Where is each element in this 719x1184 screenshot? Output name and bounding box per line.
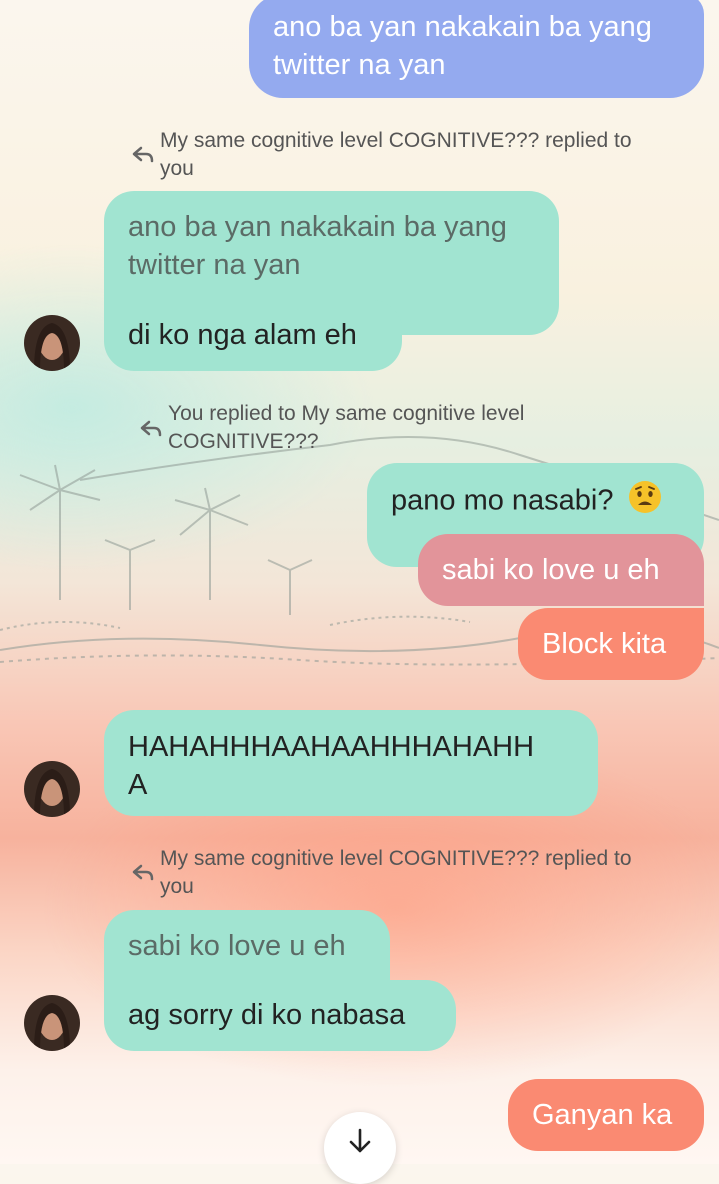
reply-context-label: You replied to My same cognitive level C… <box>168 402 525 453</box>
message-text: ag sorry di ko nabasa <box>128 999 406 1031</box>
reply-arrow-icon <box>132 146 154 163</box>
message-text: Block kita <box>542 628 667 660</box>
reply-context-label: My same cognitive level COGNITIVE??? rep… <box>160 129 632 180</box>
scroll-to-bottom-button[interactable] <box>324 1112 396 1184</box>
reply-context-label: My same cognitive level COGNITIVE??? rep… <box>160 847 632 898</box>
message-text: pano mo nasabi? <box>391 484 614 517</box>
received-message-bubble[interactable]: ag sorry di ko nabasa <box>104 980 456 1051</box>
message-text: di ko nga alam eh <box>128 319 357 351</box>
contact-avatar[interactable] <box>24 761 80 817</box>
contact-avatar[interactable] <box>24 995 80 1051</box>
contact-avatar[interactable] <box>24 315 80 371</box>
message-text: Ganyan ka <box>532 1099 673 1131</box>
received-message-bubble[interactable]: di ko nga alam eh <box>104 300 402 371</box>
worried-face-icon <box>628 480 662 524</box>
reply-arrow-icon <box>140 420 162 437</box>
quoted-message-bubble[interactable]: sabi ko love u eh <box>418 534 704 606</box>
reply-arrow-icon <box>132 864 154 881</box>
received-message-bubble[interactable]: HAHAHHHAAHAAHHHAHAHH A <box>104 710 598 816</box>
sent-message-bubble[interactable]: Ganyan ka <box>508 1079 704 1151</box>
arrow-down-icon <box>349 1128 371 1153</box>
message-text-line: ano ba yan nakakain ba yang <box>273 11 652 43</box>
message-text: sabi ko love u eh <box>442 554 660 586</box>
sent-message-bubble[interactable]: Block kita <box>518 608 704 680</box>
message-text-line: twitter na yan <box>273 49 446 81</box>
sent-message-bubble[interactable]: ano ba yan nakakain ba yang twitter na y… <box>249 0 704 98</box>
